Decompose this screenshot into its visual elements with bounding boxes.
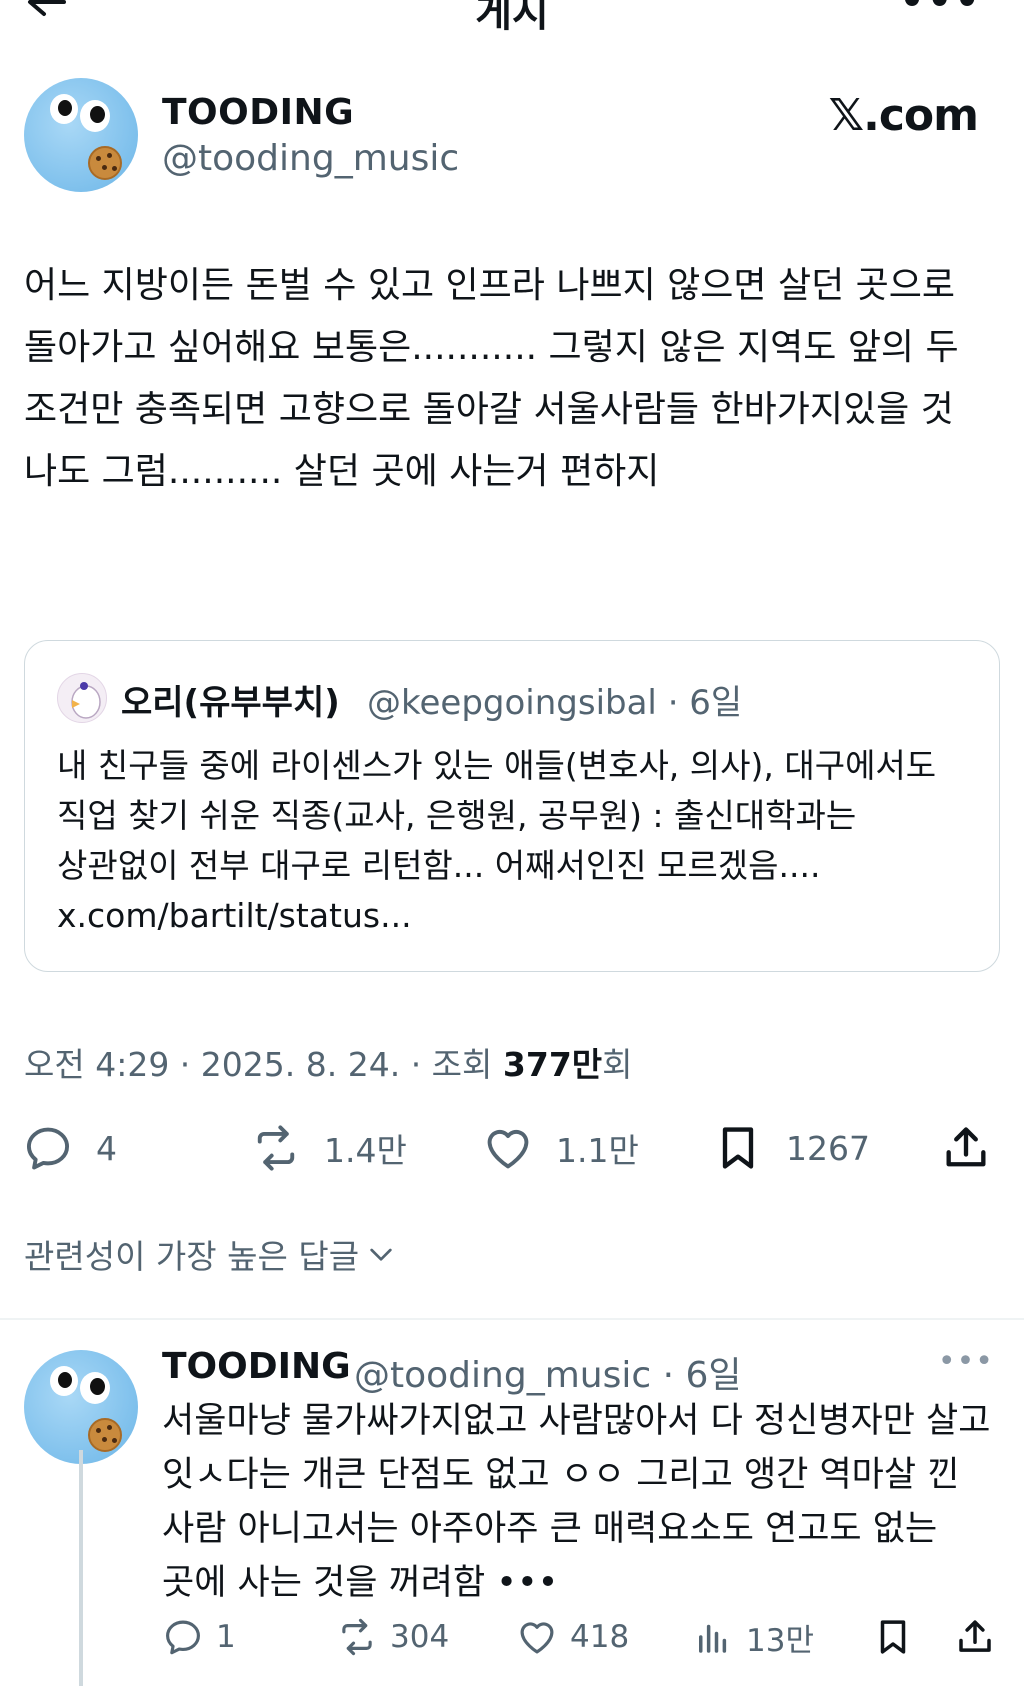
reply-reply-count: 1	[216, 1619, 236, 1655]
repost-icon	[257, 1125, 295, 1171]
share-icon	[959, 1620, 991, 1652]
view-count-suffix: 회	[602, 1045, 633, 1084]
quote-avatar	[57, 673, 107, 723]
views-icon	[699, 1624, 727, 1653]
like-icon	[487, 1129, 529, 1169]
bookmark-icon	[880, 1620, 906, 1654]
reply-sort-label: 관련성이 가장 높은 답글	[24, 1237, 360, 1276]
reply-icon	[26, 1127, 70, 1170]
reply-bookmark-button[interactable]	[872, 1612, 914, 1662]
reply-repost-count: 304	[390, 1619, 450, 1655]
reply-button[interactable]: 4	[22, 1118, 117, 1178]
quote-text: 내 친구들 중에 라이센스가 있는 애들(변호사, 의사), 대구에서도 직업 …	[57, 746, 937, 935]
post-actions: 4 1.4만 1.1만 1267	[0, 1118, 1024, 1178]
author-name[interactable]: TOODING	[162, 92, 354, 133]
reply-repost-button[interactable]: 304	[336, 1612, 449, 1662]
like-count: 1.1만	[556, 1131, 639, 1170]
quoted-post[interactable]: 오리(유부부치) @keepgoingsibal · 6일 내 친구들 중에 라…	[24, 640, 1000, 972]
share-icon	[946, 1127, 986, 1167]
share-button[interactable]	[940, 1118, 992, 1178]
bookmark-count: 1267	[786, 1128, 870, 1168]
reply-share-button[interactable]	[954, 1612, 996, 1662]
reply-views-button[interactable]: 13만	[692, 1612, 814, 1662]
reply-reply-button[interactable]: 1	[162, 1612, 236, 1662]
reply-icon	[166, 1620, 200, 1655]
like-button[interactable]: 1.1만	[482, 1118, 639, 1178]
repost-count: 1.4만	[324, 1131, 407, 1170]
divider	[0, 1318, 1024, 1320]
repost-button[interactable]: 1.4만	[250, 1118, 407, 1178]
reply-sort-dropdown[interactable]: 관련성이 가장 높은 답글	[24, 1230, 397, 1278]
brand-watermark: 𝕏.com	[828, 90, 979, 141]
avatar[interactable]	[24, 78, 138, 192]
reply-like-button[interactable]: 418	[516, 1612, 629, 1662]
reply-author-name[interactable]: TOODING	[162, 1346, 351, 1387]
quote-author-handle: @keepgoingsibal · 6일	[367, 683, 743, 723]
repost-icon	[342, 1618, 372, 1656]
quote-author-name: 오리(유부부치)	[121, 683, 340, 723]
page-title: 게시	[475, 0, 549, 36]
reply-text: 서울마냥 물가싸가지없고 사람많아서 다 정신병자만 살고 잇ㅅ다는 개큰 단점…	[162, 1401, 991, 1603]
reply-like-count: 418	[570, 1619, 630, 1655]
more-options-button[interactable]: •••	[899, 0, 982, 24]
reply-author-handle[interactable]: @tooding_music · 6일	[354, 1346, 741, 1398]
like-icon	[520, 1622, 554, 1654]
reply-view-count: 13만	[746, 1622, 814, 1659]
post-meta: 오전 4:29 · 2025. 8. 24. · 조회 377만회	[24, 1038, 633, 1086]
post-timestamp: 오전 4:29 · 2025. 8. 24. · 조회	[24, 1045, 503, 1084]
reply-avatar[interactable]	[24, 1350, 138, 1464]
post-text: 어느 지방이든 돈벌 수 있고 인프라 나쁘지 않으면 살던 곳으로 돌아가고 …	[24, 265, 971, 492]
top-bar: 게시 •••	[0, 0, 1024, 36]
reply-more-button[interactable]: •••	[938, 1344, 994, 1379]
bookmark-button[interactable]: 1267	[712, 1118, 870, 1178]
bookmark-icon	[722, 1127, 754, 1169]
view-count: 377만	[502, 1045, 603, 1084]
chevron-down-icon	[370, 1248, 392, 1261]
author-handle[interactable]: @tooding_music	[162, 138, 459, 179]
reply-actions: 1 304 418 13만	[0, 1612, 1024, 1662]
reply-count: 4	[96, 1128, 117, 1168]
